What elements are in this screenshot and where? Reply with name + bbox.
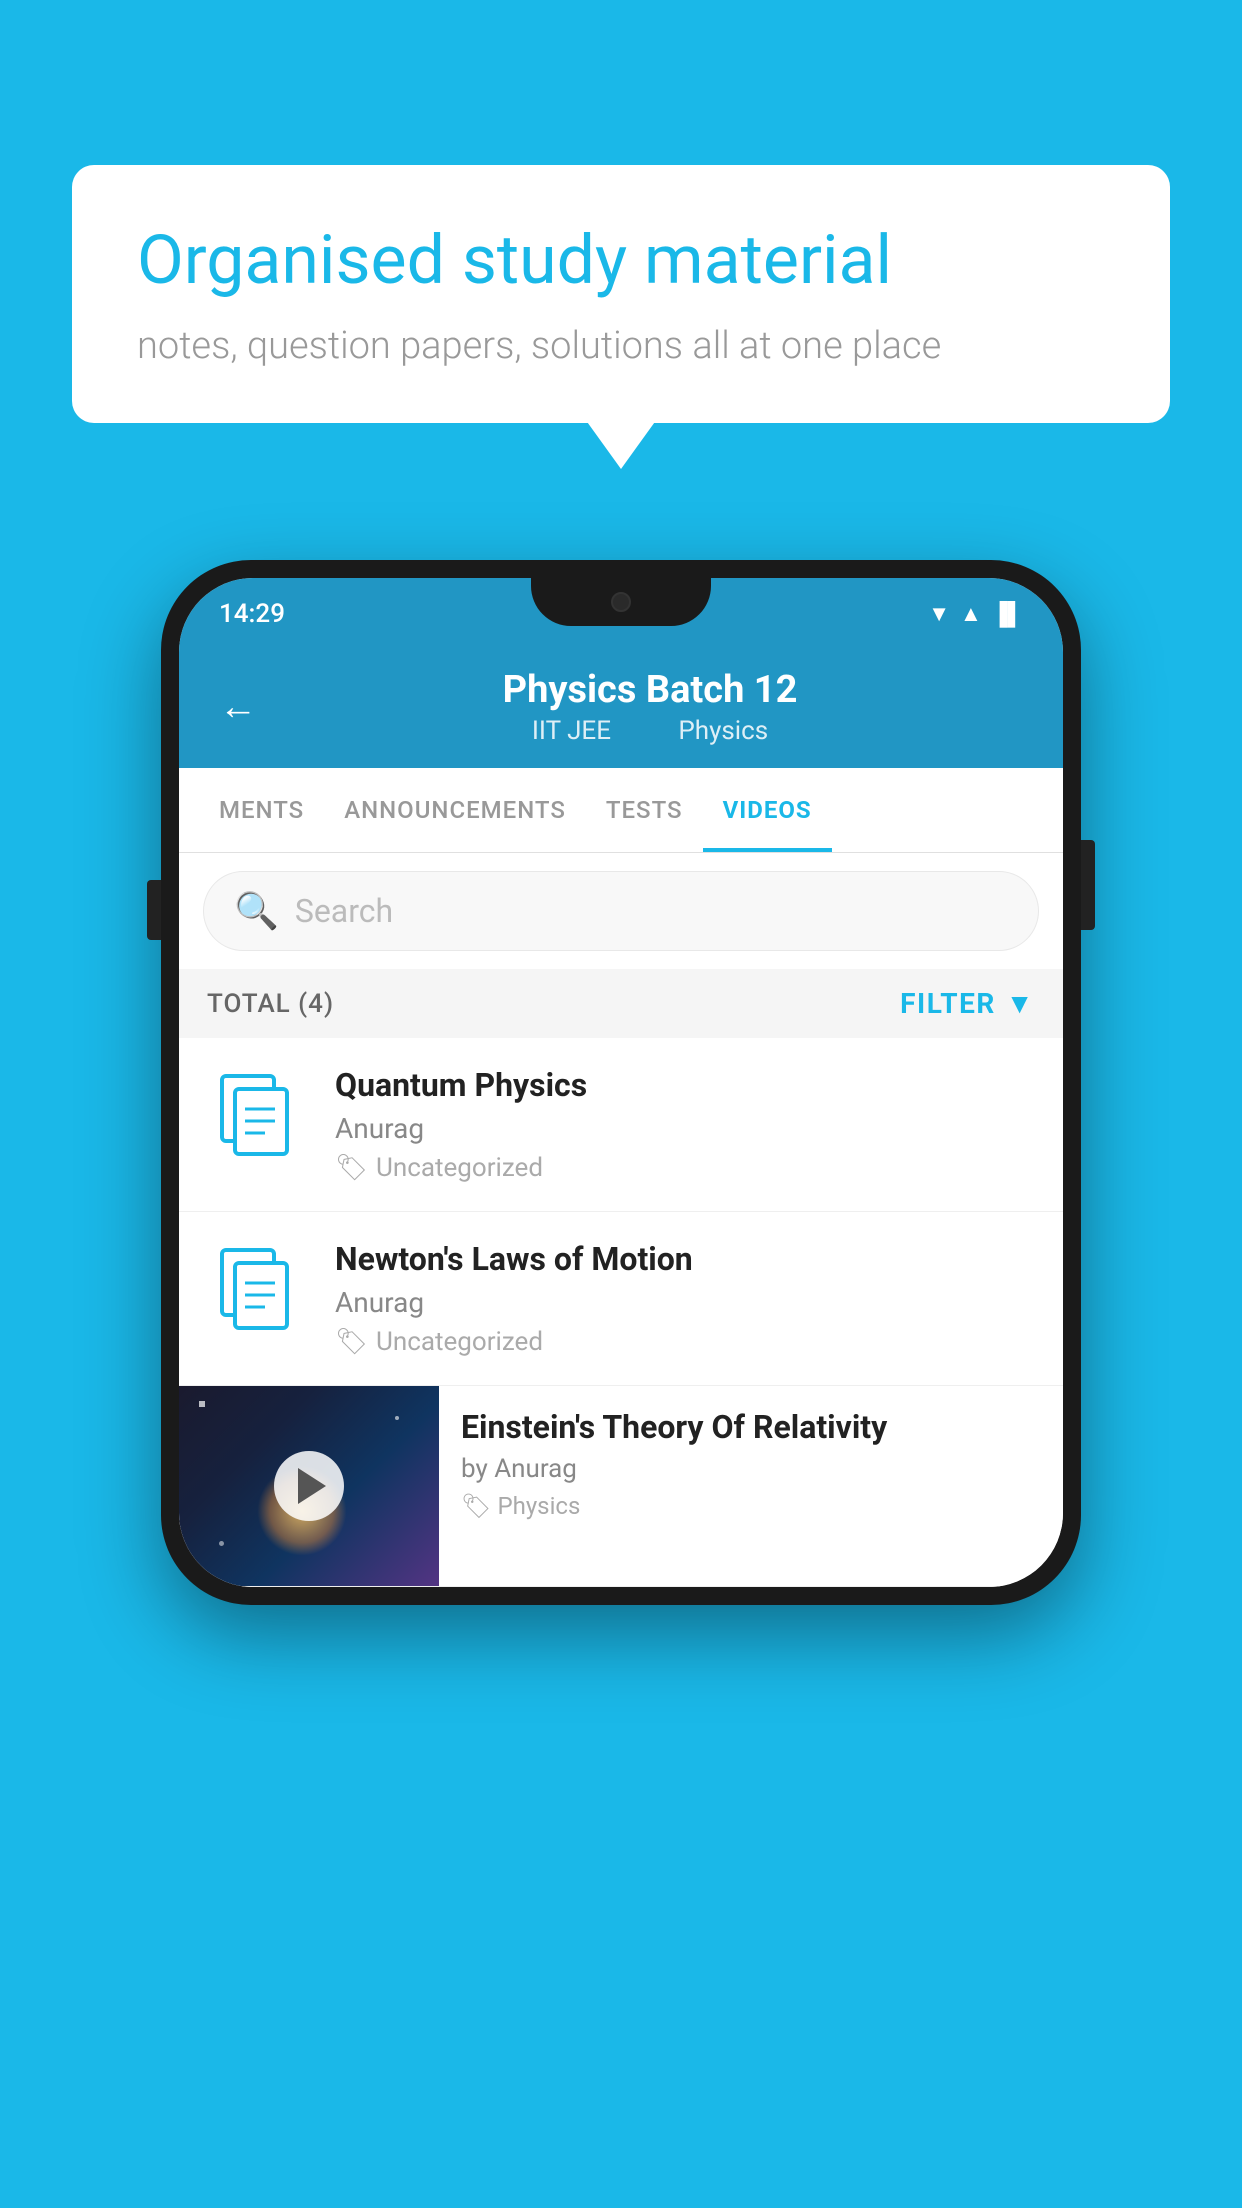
status-bar: 14:29 ▼ ▲ ▐▌ — [179, 578, 1063, 650]
search-placeholder: Search — [295, 892, 393, 930]
tag-text: Uncategorized — [376, 1327, 543, 1357]
tag-icon: 🏷 — [461, 1492, 491, 1520]
file-icon — [217, 1071, 297, 1161]
phone-wrapper: 14:29 ▼ ▲ ▐▌ ← Physics Batch 12 IIT JEE — [161, 560, 1081, 1605]
phone-outer: 14:29 ▼ ▲ ▐▌ ← Physics Batch 12 IIT JEE — [161, 560, 1081, 1605]
signal-icon: ▲ — [960, 601, 982, 627]
tab-bar: MENTS ANNOUNCEMENTS TESTS VIDEOS — [179, 768, 1063, 853]
video-thumbnail — [179, 1386, 439, 1586]
phone-screen: 14:29 ▼ ▲ ▐▌ ← Physics Batch 12 IIT JEE — [179, 578, 1063, 1587]
subtitle-part1: IIT JEE — [532, 716, 611, 746]
video-info: Newton's Laws of Motion Anurag 🏷 Uncateg… — [335, 1240, 1035, 1357]
video-title: Einstein's Theory Of Relativity — [461, 1408, 1041, 1446]
bubble-subtitle: notes, question papers, solutions all at… — [137, 324, 1105, 368]
tab-announcements[interactable]: ANNOUNCEMENTS — [324, 768, 586, 852]
tab-tests[interactable]: TESTS — [586, 768, 703, 852]
video-list: Quantum Physics Anurag 🏷 Uncategorized — [179, 1038, 1063, 1587]
speech-bubble: Organised study material notes, question… — [72, 165, 1170, 423]
subtitle-separator — [641, 716, 647, 746]
header-center: Physics Batch 12 IIT JEE Physics — [277, 668, 1023, 746]
file-icon-container — [207, 1240, 307, 1340]
app-header: ← Physics Batch 12 IIT JEE Physics — [179, 650, 1063, 768]
file-icon — [217, 1245, 297, 1335]
tab-videos[interactable]: VIDEOS — [703, 768, 832, 852]
tag-icon: 🏷 — [335, 1153, 368, 1183]
filter-row: TOTAL (4) FILTER ▼ — [179, 969, 1063, 1038]
tab-ments[interactable]: MENTS — [199, 768, 324, 852]
batch-title: Physics Batch 12 — [277, 668, 1023, 712]
video-tag: 🏷 Uncategorized — [335, 1327, 1035, 1357]
list-item[interactable]: Newton's Laws of Motion Anurag 🏷 Uncateg… — [179, 1212, 1063, 1386]
search-icon: 🔍 — [234, 890, 279, 932]
play-triangle-icon — [298, 1468, 326, 1504]
tag-text: Uncategorized — [376, 1153, 543, 1183]
video-author: by Anurag — [461, 1454, 1041, 1484]
video-author: Anurag — [335, 1112, 1035, 1145]
filter-button[interactable]: FILTER ▼ — [900, 987, 1035, 1020]
video-title: Newton's Laws of Motion — [335, 1240, 1035, 1278]
list-item[interactable]: Einstein's Theory Of Relativity by Anura… — [179, 1386, 1063, 1587]
play-button[interactable] — [274, 1451, 344, 1521]
status-icons: ▼ ▲ ▐▌ — [928, 601, 1023, 627]
list-item[interactable]: Quantum Physics Anurag 🏷 Uncategorized — [179, 1038, 1063, 1212]
video-tag: 🏷 Physics — [461, 1492, 1041, 1520]
file-icon-container — [207, 1066, 307, 1166]
tag-text: Physics — [497, 1492, 580, 1520]
bubble-title: Organised study material — [137, 220, 1105, 302]
video-title: Quantum Physics — [335, 1066, 1035, 1104]
filter-icon: ▼ — [1006, 987, 1035, 1020]
video-author: Anurag — [335, 1286, 1035, 1319]
wifi-icon: ▼ — [928, 601, 950, 627]
search-bar[interactable]: 🔍 Search — [203, 871, 1039, 951]
video-tag: 🏷 Uncategorized — [335, 1153, 1035, 1183]
video-info: Quantum Physics Anurag 🏷 Uncategorized — [335, 1066, 1035, 1183]
batch-subtitle: IIT JEE Physics — [277, 716, 1023, 746]
notch — [531, 578, 711, 626]
subtitle-part2: Physics — [678, 716, 768, 746]
back-button[interactable]: ← — [219, 685, 257, 729]
camera — [611, 592, 631, 612]
filter-label: FILTER — [900, 987, 996, 1020]
status-time: 14:29 — [219, 599, 285, 629]
video-info: Einstein's Theory Of Relativity by Anura… — [439, 1386, 1063, 1542]
tag-icon: 🏷 — [335, 1327, 368, 1357]
total-count: TOTAL (4) — [207, 989, 334, 1019]
battery-icon: ▐▌ — [992, 601, 1023, 627]
search-bar-container: 🔍 Search — [179, 853, 1063, 969]
